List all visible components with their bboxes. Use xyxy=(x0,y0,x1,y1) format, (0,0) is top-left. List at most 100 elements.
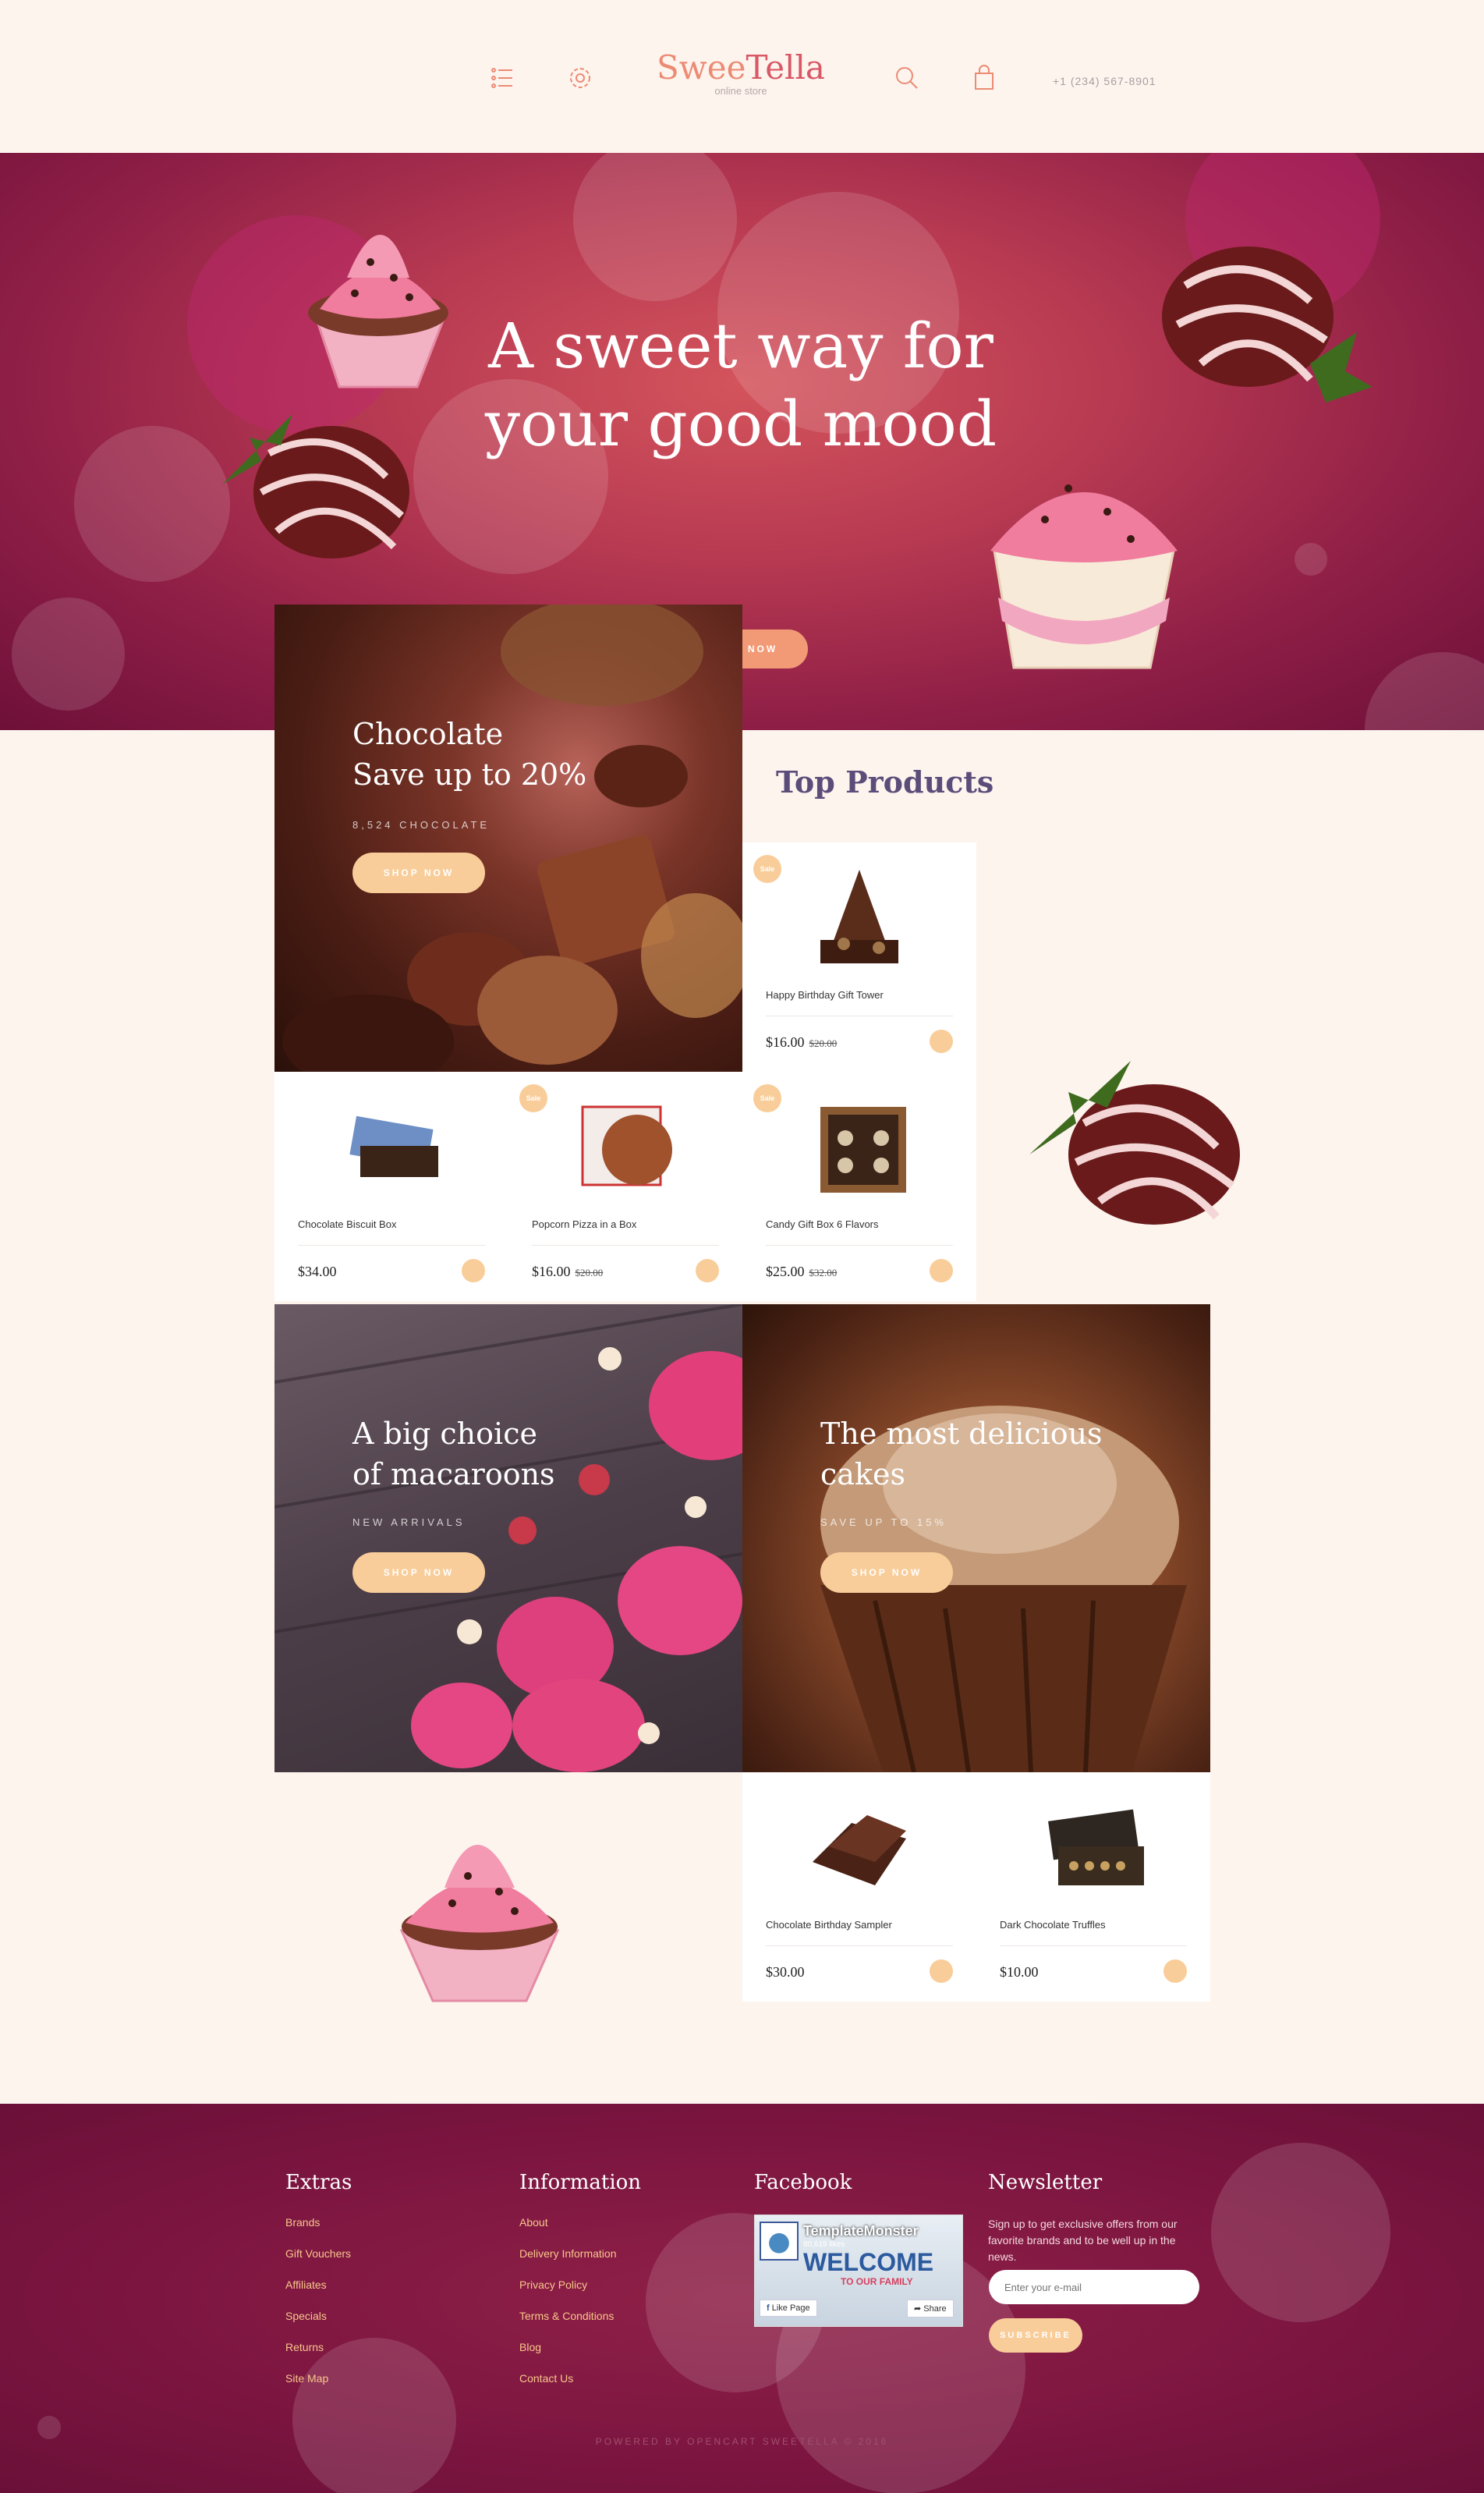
add-to-cart-button[interactable] xyxy=(696,1259,719,1282)
bokeh-circle xyxy=(573,153,737,301)
subscribe-button[interactable]: SUBSCRIBE xyxy=(989,2318,1082,2353)
add-to-cart-button[interactable] xyxy=(1163,1959,1187,1983)
promo-tile-cakes[interactable]: The most delicious cakes SAVE UP TO 15% … xyxy=(742,1304,1210,1772)
footer-link[interactable]: Affiliates xyxy=(285,2278,352,2291)
footer-link[interactable]: Terms & Conditions xyxy=(519,2310,641,2322)
top-products-heading: Top Products xyxy=(776,764,994,800)
tile-subtitle: 8,524 CHOCOLATE xyxy=(352,819,491,831)
product-card[interactable]: Chocolate Biscuit Box $34.00 xyxy=(274,1072,508,1301)
chocolates-photo xyxy=(282,605,742,1073)
product-name[interactable]: Happy Birthday Gift Tower xyxy=(766,989,884,1001)
product-image xyxy=(820,870,898,963)
footer-link[interactable]: Returns xyxy=(285,2341,352,2353)
cupcake-image xyxy=(990,484,1178,669)
cupcake-image xyxy=(399,1845,560,2002)
share-label: Share xyxy=(923,2304,947,2314)
share-icon: ➦ xyxy=(914,2304,924,2314)
product-image xyxy=(581,1105,672,1186)
price-old: $32.00 xyxy=(809,1267,838,1278)
product-price: $16.00 $20.00 xyxy=(532,1264,603,1280)
product-name[interactable]: Chocolate Biscuit Box xyxy=(298,1218,396,1230)
product-name[interactable]: Chocolate Birthday Sampler xyxy=(766,1919,892,1931)
add-to-cart-button[interactable] xyxy=(930,1030,953,1053)
welcome-banner: WELCOME xyxy=(803,2248,934,2276)
product-price: $25.00 $32.00 xyxy=(766,1264,837,1280)
promo-tile-chocolate[interactable]: Chocolate Save up to 20% 8,524 CHOCOLATE… xyxy=(274,605,742,1073)
tile-title-line1: The most delicious xyxy=(820,1417,1103,1451)
tile-subtitle: NEW ARRIVALS xyxy=(352,1516,466,1528)
promo-tile-macaroons[interactable]: A big choice of macaroons NEW ARRIVALS S… xyxy=(274,1304,742,1772)
product-price: $16.00 $20.00 xyxy=(766,1034,837,1051)
add-to-cart-button[interactable] xyxy=(930,1959,953,1983)
footer-link[interactable]: Brands xyxy=(285,2216,352,2229)
footer-link[interactable]: Gift Vouchers xyxy=(285,2247,352,2260)
price-current: $25.00 xyxy=(766,1264,805,1279)
fb-share-button[interactable]: ➦ Share xyxy=(907,2300,954,2317)
footer-link[interactable]: Privacy Policy xyxy=(519,2278,641,2291)
tile-title-line1: Chocolate xyxy=(352,717,504,751)
settings-gear-icon[interactable] xyxy=(565,62,596,94)
product-image xyxy=(820,1107,906,1193)
price-current: $16.00 xyxy=(766,1034,805,1050)
footer-extras: Extras Brands Gift Vouchers Affiliates S… xyxy=(285,2171,352,2403)
site-header: SweeTella online store +1 (234) 567-8901 xyxy=(0,0,1484,153)
tile-title: The most delicious cakes xyxy=(820,1413,1103,1495)
cupcake-image xyxy=(308,235,448,388)
add-to-cart-button[interactable] xyxy=(930,1259,953,1282)
divider xyxy=(1000,1945,1187,1946)
strawberry-image xyxy=(1029,1061,1240,1225)
strawberry-image xyxy=(222,414,409,559)
footer-extras-title: Extras xyxy=(285,2171,352,2194)
site-logo[interactable]: SweeTella online store xyxy=(647,48,834,97)
product-name[interactable]: Candy Gift Box 6 Flavors xyxy=(766,1218,879,1230)
cakes-shop-now-button[interactable]: SHOP NOW xyxy=(820,1552,953,1593)
product-card[interactable]: Sale Popcorn Pizza in a Box $16.00 $20.00 xyxy=(508,1072,742,1301)
footer-link[interactable]: Delivery Information xyxy=(519,2247,641,2260)
product-name[interactable]: Dark Chocolate Truffles xyxy=(1000,1919,1106,1931)
divider xyxy=(766,1945,953,1946)
bokeh-circle xyxy=(1211,2143,1390,2322)
price-old: $20.00 xyxy=(575,1267,604,1278)
footer-link[interactable]: Specials xyxy=(285,2310,352,2322)
macaroons-shop-now-button[interactable]: SHOP NOW xyxy=(352,1552,485,1593)
product-card[interactable]: Sale Happy Birthday Gift Tower $16.00 $20… xyxy=(742,842,976,1072)
product-card[interactable]: Dark Chocolate Truffles $10.00 xyxy=(976,1772,1210,2002)
menu-icon[interactable] xyxy=(487,62,518,94)
shopping-bag-icon[interactable] xyxy=(969,62,1000,94)
footer-link[interactable]: Contact Us xyxy=(519,2372,641,2385)
product-name[interactable]: Popcorn Pizza in a Box xyxy=(532,1218,636,1230)
divider xyxy=(766,1245,953,1246)
bokeh-circle xyxy=(1365,652,1484,730)
footer-link[interactable]: Site Map xyxy=(285,2372,352,2385)
footer-newsletter-title: Newsletter xyxy=(988,2171,1103,2194)
sale-badge: Sale xyxy=(519,1084,547,1112)
product-price: $10.00 xyxy=(1000,1964,1039,1981)
product-card[interactable]: Sale Candy Gift Box 6 Flavors $25.00 $32.… xyxy=(742,1072,976,1301)
macaroons-photo xyxy=(274,1304,742,1772)
footer-information: Information About Delivery Information P… xyxy=(519,2171,641,2403)
product-card[interactable]: Chocolate Birthday Sampler $30.00 xyxy=(742,1772,976,2002)
product-image xyxy=(1048,1809,1144,1885)
footer-information-title: Information xyxy=(519,2171,642,2194)
fb-like-page-button[interactable]: f Like Page xyxy=(760,2300,817,2317)
search-icon[interactable] xyxy=(891,62,923,94)
footer-link[interactable]: About xyxy=(519,2216,641,2229)
newsletter-description: Sign up to get exclusive offers from our… xyxy=(988,2218,1178,2263)
copyright-text: POWERED BY OPENCART SWEETELLA © 2016 xyxy=(595,2436,889,2447)
divider xyxy=(298,1245,485,1246)
newsletter-email-input[interactable] xyxy=(989,2270,1199,2304)
hero-title-line2: your good mood xyxy=(484,388,997,460)
bokeh-circle xyxy=(12,598,125,711)
add-to-cart-button[interactable] xyxy=(462,1259,485,1282)
footer-link[interactable]: Blog xyxy=(519,2341,641,2353)
price-current: $10.00 xyxy=(1000,1964,1039,1980)
page-name[interactable]: TemplateMonster xyxy=(803,2223,919,2239)
logo-text-b: Tella xyxy=(746,48,825,87)
phone-number[interactable]: +1 (234) 567-8901 xyxy=(1053,75,1156,87)
footer-facebook: Facebook xyxy=(754,2171,852,2216)
tile-subtitle: SAVE UP TO 15% xyxy=(820,1516,947,1528)
product-price: $30.00 xyxy=(766,1964,805,1981)
chocolate-shop-now-button[interactable]: SHOP NOW xyxy=(352,853,485,893)
sale-badge: Sale xyxy=(753,1084,781,1112)
facebook-widget[interactable]: TemplateMonster 80,619 likes WELCOME TO … xyxy=(754,2215,963,2327)
